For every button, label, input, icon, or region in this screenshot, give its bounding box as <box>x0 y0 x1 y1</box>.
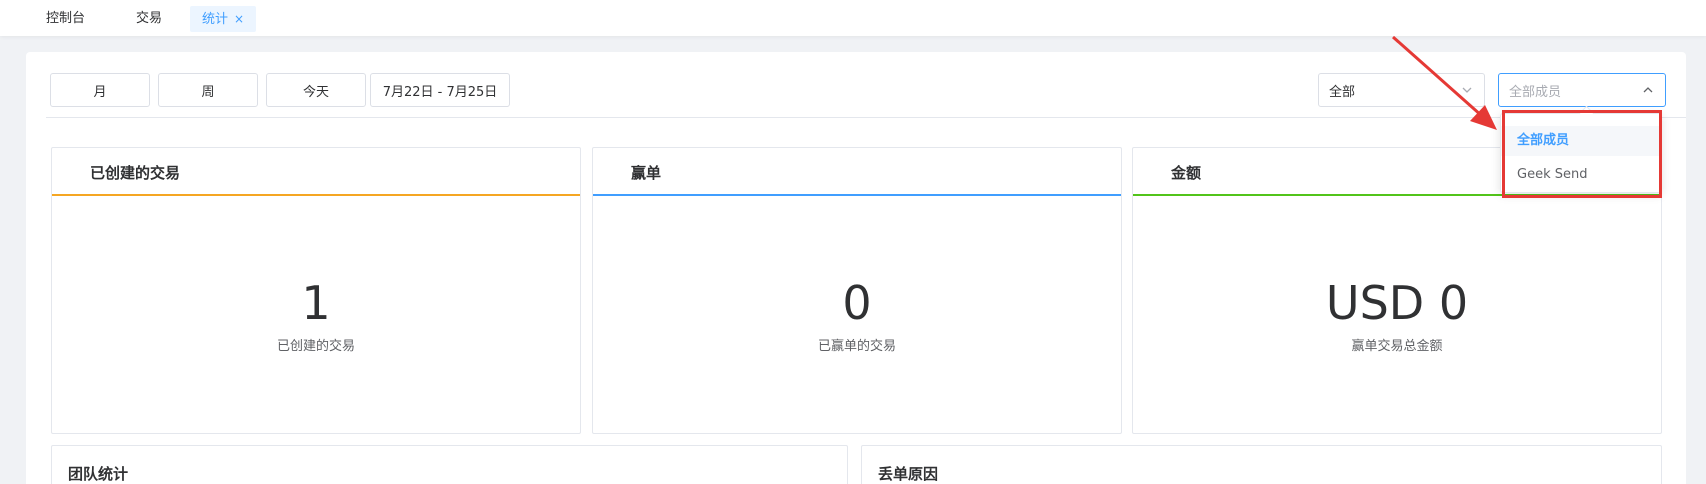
week-button[interactable]: 周 <box>158 73 258 107</box>
tab-console[interactable]: 控制台 <box>34 6 97 32</box>
member-select-placeholder: 全部成员 <box>1509 84 1562 100</box>
dropdown-option-all-members[interactable]: 全部成员 <box>1501 126 1661 156</box>
won-deals-value: 0 <box>842 276 872 330</box>
panel-header: 已创建的交易 <box>52 148 580 196</box>
date-range-button[interactable]: 7月22日 - 7月25日 <box>370 73 510 107</box>
chevron-up-icon <box>1643 87 1653 93</box>
team-stats-panel: 团队统计 <box>51 445 848 484</box>
today-button[interactable]: 今天 <box>266 73 366 107</box>
panel-header: 赢单 <box>593 148 1121 196</box>
created-deals-value: 1 <box>301 276 331 330</box>
tab-deals-label: 交易 <box>136 11 163 26</box>
panel-title: 已创建的交易 <box>90 164 181 182</box>
close-icon[interactable]: × <box>234 12 244 26</box>
scope-select[interactable]: 全部 <box>1318 73 1485 107</box>
panel-title: 金额 <box>1171 164 1202 182</box>
created-deals-subtitle: 已创建的交易 <box>276 339 355 354</box>
lost-reasons-panel: 丢单原因 <box>861 445 1662 484</box>
chevron-down-icon <box>1462 87 1472 93</box>
tab-statistics-label: 统计 <box>202 12 229 27</box>
lost-reasons-title: 丢单原因 <box>878 465 939 483</box>
tab-statistics[interactable]: 统计 × <box>190 6 257 32</box>
panel-title: 赢单 <box>631 164 662 182</box>
dropdown-option-geek-send[interactable]: Geek Send <box>1501 160 1661 190</box>
tab-console-label: 控制台 <box>46 11 86 26</box>
scope-select-value: 全部 <box>1329 84 1356 100</box>
toolbar-divider <box>46 117 1686 118</box>
tab-bar: 控制台 交易 统计 × <box>0 0 1706 36</box>
team-stats-title: 团队统计 <box>68 465 129 483</box>
member-dropdown: 全部成员 Geek Send <box>1500 113 1662 193</box>
won-deals-subtitle: 已赢单的交易 <box>817 339 896 354</box>
statistics-card: 月 周 今天 7月22日 - 7月25日 全部 全部成员 已创建的交易 1 已创… <box>26 52 1686 484</box>
tab-deals[interactable]: 交易 <box>124 6 174 32</box>
month-button[interactable]: 月 <box>50 73 150 107</box>
amount-value: USD 0 <box>1325 276 1469 330</box>
amount-subtitle: 赢单交易总金额 <box>1351 339 1443 354</box>
won-deals-panel: 赢单 0 已赢单的交易 <box>592 147 1122 434</box>
created-deals-panel: 已创建的交易 1 已创建的交易 <box>51 147 581 434</box>
member-select[interactable]: 全部成员 <box>1498 73 1666 107</box>
